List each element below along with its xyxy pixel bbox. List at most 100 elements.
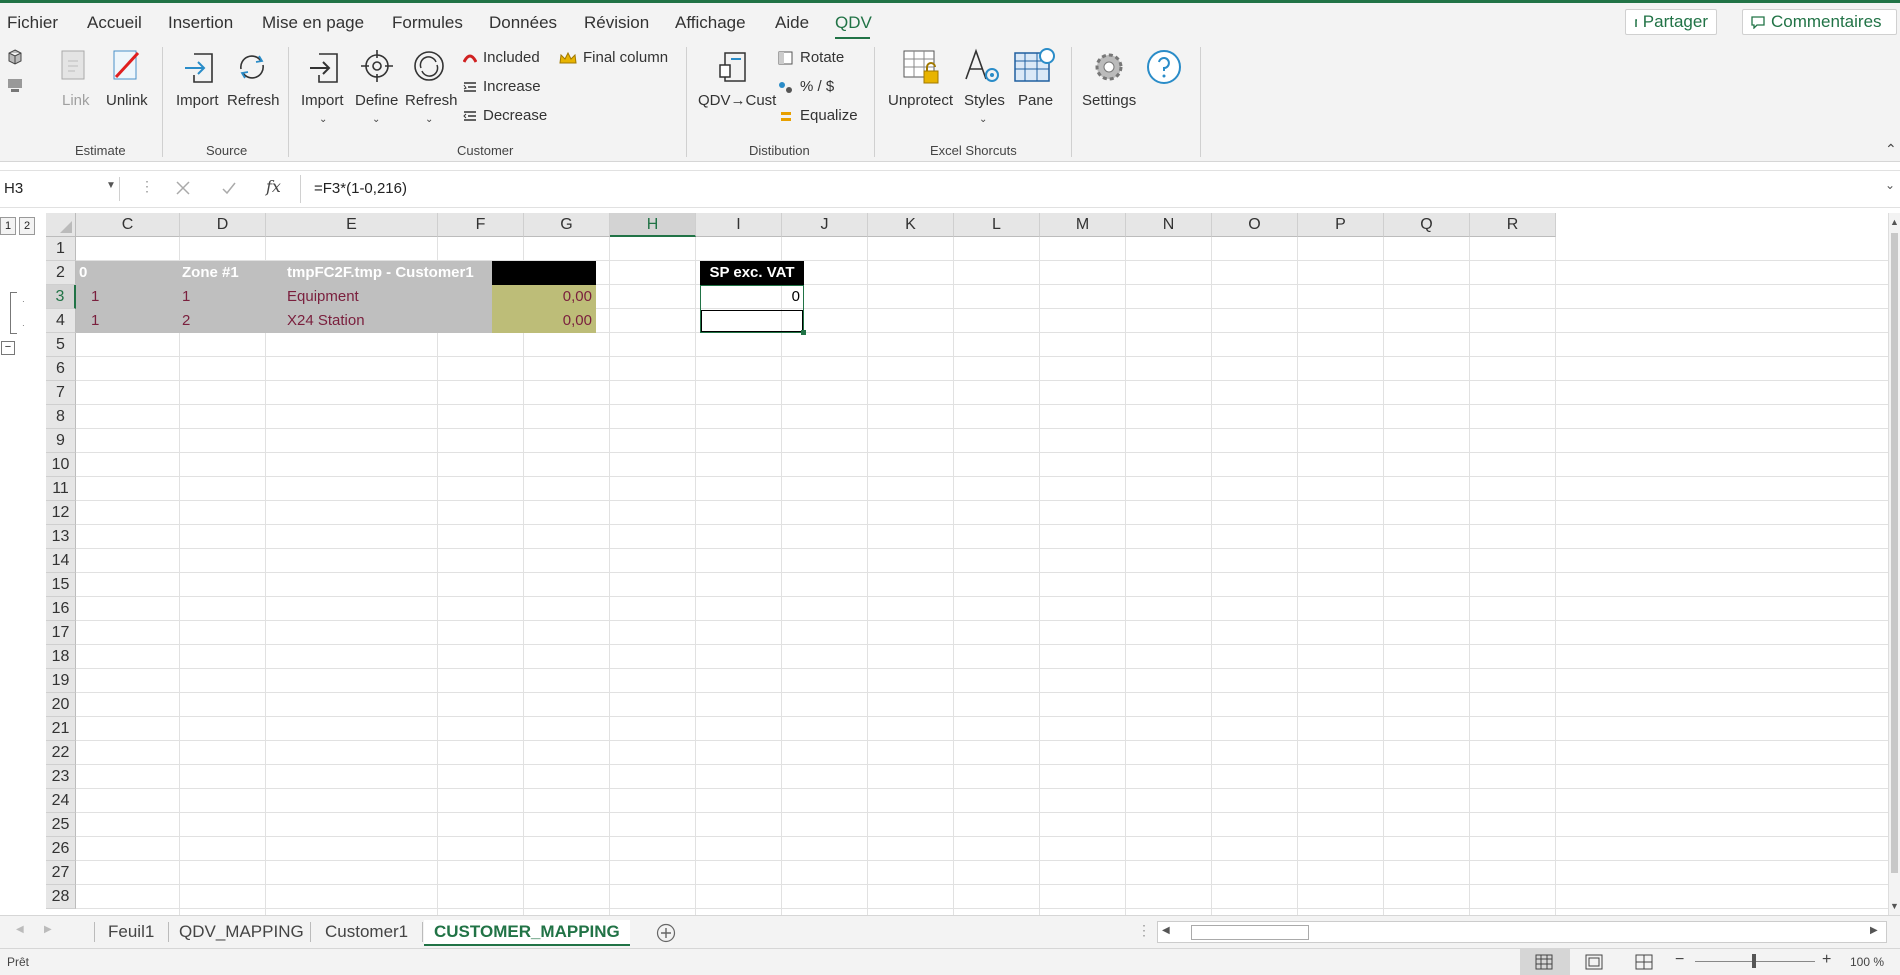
column-header-o[interactable]: O [1212,213,1298,237]
page-break-icon[interactable] [1635,954,1653,970]
equalize-button[interactable]: Equalize [778,107,858,124]
outline-level-1[interactable]: 1 [0,217,16,235]
row-header-24[interactable]: 24 [46,789,76,813]
column-header-i[interactable]: I [696,213,782,237]
unlink-button[interactable]: Unlink [106,92,148,109]
styles-button[interactable]: Styles [964,92,1005,109]
pane-button[interactable]: Pane [1018,92,1053,109]
sheet-tab-customer-mapping[interactable]: CUSTOMER_MAPPING [424,920,630,946]
zoom-slider-thumb[interactable] [1752,954,1756,968]
column-header-l[interactable]: L [954,213,1040,237]
qdv-to-cust-button[interactable]: QDV→Cust [698,92,776,109]
row-header-9[interactable]: 9 [46,429,76,453]
scroll-left-icon[interactable]: ◀ [1162,925,1170,936]
column-header-p[interactable]: P [1298,213,1384,237]
horizontal-scroll-thumb[interactable] [1191,925,1309,940]
column-header-q[interactable]: Q [1384,213,1470,237]
cell-c2[interactable]: 0 [79,261,87,285]
collapse-ribbon-icon[interactable]: ⌃ [1885,141,1897,158]
spreadsheet-grid[interactable]: 1 2 · · − CDEFGHIJKLMNOPQR 1 2 3 4 5 6 7 8 9 10 11… [0,213,1888,915]
scroll-right-icon[interactable]: ▶ [1870,925,1878,936]
styles-dropdown-caret[interactable]: ⌄ [979,114,987,125]
row-header-16[interactable]: 16 [46,597,76,621]
percent-dollar-button[interactable]: % / $ [778,78,834,95]
menu-formules[interactable]: Formules [392,13,463,33]
unprotect-button[interactable]: Unprotect [888,92,953,109]
link-button[interactable]: Link [62,92,90,109]
comments-button[interactable]: Commentaires [1742,9,1897,35]
row-header-6[interactable]: 6 [46,357,76,381]
normal-view-icon[interactable] [1535,954,1553,970]
cell-e3[interactable]: Equipment [287,285,359,309]
column-header-k[interactable]: K [868,213,954,237]
row-header-22[interactable]: 22 [46,741,76,765]
define-dropdown-caret[interactable]: ⌄ [372,114,380,125]
prev-sheet-icon[interactable]: ◀ [16,924,24,935]
row-header-11[interactable]: 11 [46,477,76,501]
cell-e2[interactable]: tmpFC2F.tmp - Customer1 [287,261,474,285]
decrease-button[interactable]: Decrease [463,107,547,124]
column-header-d[interactable]: D [180,213,266,237]
vertical-scrollbar-track[interactable]: ▲ ▼ [1888,213,1900,915]
column-header-g[interactable]: G [524,213,610,237]
row-header-13[interactable]: 13 [46,525,76,549]
row-header-14[interactable]: 14 [46,549,76,573]
name-box-dropdown-icon[interactable]: ▼ [106,180,116,191]
sheet-tab-qdv-mapping[interactable]: QDV_MAPPING [169,920,314,944]
row-header-26[interactable]: 26 [46,837,76,861]
settings-button[interactable]: Settings [1082,92,1136,109]
row-header-4[interactable]: 4 [46,309,76,333]
column-header-r[interactable]: R [1470,213,1556,237]
menu-revision[interactable]: Révision [584,13,649,33]
row-header-17[interactable]: 17 [46,621,76,645]
cell-f2[interactable] [492,261,596,285]
row-header-10[interactable]: 10 [46,453,76,477]
menu-mise-en-page[interactable]: Mise en page [262,13,364,33]
cell-c3[interactable]: 1 [91,285,99,309]
refresh-source-button[interactable]: Refresh [227,92,280,109]
active-cell[interactable] [701,310,803,332]
next-sheet-icon[interactable]: ▶ [44,924,52,935]
row-header-25[interactable]: 25 [46,813,76,837]
cube-icon[interactable] [7,49,23,65]
row-header-28[interactable]: 28 [46,885,76,909]
outline-level-2[interactable]: 2 [19,217,35,235]
select-all-corner[interactable] [46,213,76,237]
rotate-button[interactable]: Rotate [778,49,844,66]
refresh-dropdown-caret[interactable]: ⌄ [425,114,433,125]
column-header-m[interactable]: M [1040,213,1126,237]
cell-f3[interactable]: 0,00 [492,285,596,309]
column-header-f[interactable]: F [438,213,524,237]
horizontal-scrollbar[interactable]: ◀ ▶ [1157,921,1887,943]
row-header-12[interactable]: 12 [46,501,76,525]
row-header-20[interactable]: 20 [46,693,76,717]
row-header-27[interactable]: 27 [46,861,76,885]
row-header-23[interactable]: 23 [46,765,76,789]
sheet-tab-feuil1[interactable]: Feuil1 [98,920,164,944]
vertical-scroll-thumb[interactable] [1891,233,1898,873]
share-button[interactable]: Partager [1625,9,1717,35]
column-header-n[interactable]: N [1126,213,1212,237]
menu-qdv[interactable]: QDV [835,13,872,33]
row-header-8[interactable]: 8 [46,405,76,429]
menu-aide[interactable]: Aide [775,13,809,33]
final-column-button[interactable]: Final column [559,49,668,66]
scroll-down-icon[interactable]: ▼ [1890,901,1899,911]
cell-c4[interactable]: 1 [91,309,99,333]
column-header-c[interactable]: C [76,213,180,237]
help-icon[interactable] [1146,49,1182,85]
zoom-level[interactable]: 100 % [1850,955,1884,969]
increase-button[interactable]: Increase [463,78,541,95]
row-header-15[interactable]: 15 [46,573,76,597]
cancel-icon[interactable] [175,180,191,196]
zoom-in-icon[interactable]: + [1822,951,1831,969]
import-customer-button[interactable]: Import [301,92,344,109]
tab-split-handle[interactable]: ⋮ [1137,922,1151,939]
column-header-j[interactable]: J [782,213,868,237]
outline-collapse-button[interactable]: − [1,341,15,355]
column-header-h[interactable]: H [610,213,696,237]
page-layout-icon[interactable] [1585,954,1603,970]
row-header-19[interactable]: 19 [46,669,76,693]
menu-insertion[interactable]: Insertion [168,13,233,33]
row-header-21[interactable]: 21 [46,717,76,741]
